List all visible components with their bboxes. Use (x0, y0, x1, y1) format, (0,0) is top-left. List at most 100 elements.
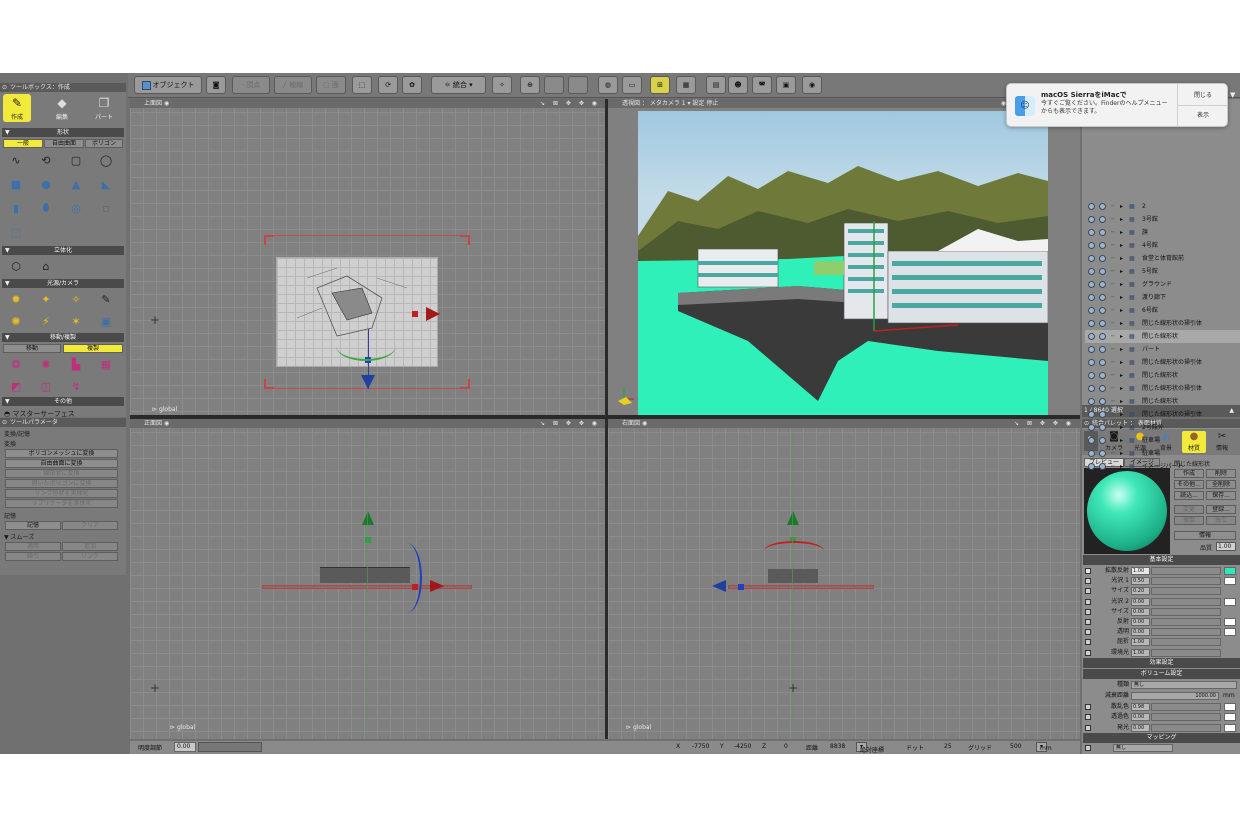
param-value[interactable]: 0.20 (1131, 587, 1150, 596)
lock-icon[interactable] (1099, 203, 1106, 210)
tab-general[interactable]: 一般 (3, 139, 43, 148)
browser-item[interactable]: ┄ ▸ ▦ 閉じた線形状の掃引体 (1085, 356, 1240, 369)
expand-arrow-icon[interactable]: ▸ (1120, 265, 1123, 278)
view-menu-icon[interactable]: ◉ (642, 420, 647, 427)
browser-item[interactable]: ┄ ▸ ▦ 閉じた線形状の掃引体 (1085, 317, 1240, 330)
mapping-header[interactable]: マッピング (1083, 733, 1240, 743)
volume-checkbox[interactable] (1085, 704, 1091, 710)
expand-arrow-icon[interactable]: ▸ (1120, 447, 1123, 460)
param-checkbox[interactable] (1085, 598, 1091, 605)
param-value[interactable]: 0.00 (1131, 607, 1150, 616)
param-checkbox[interactable] (1085, 619, 1091, 625)
spot-light-tool[interactable]: ✦ (37, 290, 55, 308)
expand-arrow-icon[interactable]: ▸ (1120, 226, 1123, 239)
unit-select[interactable]: mm ▾ (1036, 742, 1052, 752)
material-register-button[interactable]: 登録... (1206, 505, 1236, 514)
tab-move[interactable]: 移動 (3, 344, 61, 353)
color-swatch[interactable] (1224, 597, 1236, 606)
expand-arrow-icon[interactable]: ▸ (1120, 369, 1123, 382)
expand-arrow-icon[interactable]: ▸ (1120, 213, 1123, 226)
visibility-icon[interactable] (1088, 320, 1095, 327)
view-controls[interactable]: ↘ ⊠ ✥ ✥ ◉ (540, 99, 600, 108)
color-swatch[interactable] (1224, 567, 1236, 575)
browser-item[interactable]: ┄ ▸ ▦ 渡り廊下 (1085, 291, 1240, 304)
lock-icon[interactable] (1099, 437, 1106, 444)
front-x-arrow[interactable] (430, 580, 444, 592)
volume-value[interactable]: 0.00 (1131, 713, 1150, 722)
visibility-icon[interactable] (1088, 385, 1095, 392)
browser-item[interactable]: ┄ ▸ ▦ 5号館 (1085, 265, 1240, 278)
brightness-slider[interactable] (198, 742, 262, 752)
volume-color-swatch[interactable] (1224, 713, 1236, 722)
browser-item[interactable]: ┄ ▸ ▦ 閉じた線形状 (1085, 395, 1240, 408)
lock-icon[interactable] (1099, 216, 1106, 223)
viewport-right[interactable]: 右面図 ◉ ↘ ⊠ ✥ ✥ ◉ + ⊳ global (608, 419, 1080, 739)
param-slider[interactable] (1151, 618, 1221, 626)
car-button[interactable]: ◚ (752, 76, 772, 94)
lock-icon[interactable] (1099, 450, 1106, 457)
right-z-arrow[interactable] (712, 580, 726, 592)
convert-open-polygon-button[interactable]: 開いたポリゴンに変換 (5, 479, 118, 488)
viewport-perspective[interactable]: 透視図 ： メタカメラ 1 ▾ 設定 停止◉ ↘ ⊠ ✥ ✥ ◉ (608, 99, 1080, 415)
param-checkbox[interactable] (1085, 568, 1091, 574)
effect-settings-header[interactable]: 効果設定 (1083, 658, 1240, 668)
param-slider[interactable] (1151, 587, 1221, 596)
front-view-controls[interactable]: ↘ ⊠ ✥ ✥ ◉ (540, 419, 600, 428)
param-value[interactable]: 0.00 (1131, 618, 1150, 626)
cube-tool[interactable]: ⬚ (7, 223, 25, 241)
view-menu-icon[interactable]: ◉ (164, 100, 169, 107)
mapping-checkbox[interactable] (1085, 745, 1091, 751)
media-button[interactable]: ▣ (776, 76, 796, 94)
manipulator-rotate-arc[interactable] (336, 331, 396, 361)
copy-rotate-tool[interactable]: ✺ (37, 355, 55, 373)
browser-item[interactable]: ┄ ▸ ▦ 閉じた線形状の掃引体 (1085, 382, 1240, 395)
section-light-camera[interactable]: ▼ 光源/カメラ (2, 279, 124, 288)
lock-icon[interactable] (1099, 281, 1106, 288)
torus-tool[interactable]: ◎ (67, 199, 85, 217)
circle-tool[interactable]: ◯ (97, 151, 115, 169)
expand-arrow-icon[interactable]: ▸ (1120, 200, 1123, 213)
mode-create-button[interactable]: ✎ 作成 (3, 94, 31, 122)
magic-tool-button[interactable]: ✧ (492, 76, 512, 94)
collapse-icon[interactable]: ⊙ (2, 83, 7, 92)
material-load-button[interactable]: 読込... (1174, 491, 1204, 500)
expand-arrow-icon[interactable]: ▸ (1120, 252, 1123, 265)
camera-snapshot-button[interactable]: ◙ (206, 76, 226, 94)
right-z-handle[interactable] (738, 584, 744, 590)
param-slider[interactable] (1151, 597, 1221, 606)
tab-polygon[interactable]: ポリゴン (85, 139, 123, 148)
visibility-icon[interactable] (1088, 437, 1095, 444)
copy-matrix-tool[interactable]: ◩ (7, 377, 25, 395)
visibility-icon[interactable] (1088, 424, 1095, 431)
volume-value[interactable]: 0.00 (1131, 723, 1150, 732)
visibility-icon[interactable] (1088, 229, 1095, 236)
disabled-tool-2[interactable] (568, 76, 588, 94)
volume-slider[interactable] (1151, 713, 1221, 722)
calculator-button[interactable]: ▤ (706, 76, 726, 94)
browser-item[interactable]: ┄ ▸ ▦ 2号館外 (1085, 421, 1240, 434)
viewport-front[interactable]: 正面図 ◉ ↘ ⊠ ✥ ✥ ◉ + ⊳ global (130, 419, 606, 739)
lock-icon[interactable] (1099, 307, 1106, 314)
copy-path-tool[interactable]: ↯ (67, 377, 85, 395)
param-checkbox[interactable] (1085, 578, 1091, 585)
copy-mirror-tool[interactable]: ◫ (37, 377, 55, 395)
visibility-icon[interactable] (1088, 450, 1095, 457)
edge-mode-button[interactable]: ╱ 稜線 (274, 76, 312, 94)
quality-value[interactable]: 1.00 (1216, 542, 1236, 551)
param-checkbox[interactable] (1085, 639, 1091, 646)
smooth-repeat-button[interactable]: 繰引 (5, 552, 61, 561)
volume-color-swatch[interactable] (1224, 703, 1236, 711)
smooth-add-button[interactable]: 追加 (62, 542, 118, 551)
merge-button[interactable]: ⚛ 統合 ▾ (431, 76, 486, 94)
copy-linear-tool[interactable]: ❂ (7, 355, 25, 373)
realize-replicator-button[interactable]: リプリケータを実体化 (5, 499, 118, 508)
volume-checkbox[interactable] (1085, 724, 1091, 731)
expand-arrow-icon[interactable]: ▸ (1120, 317, 1123, 330)
visibility-icon[interactable] (1088, 281, 1095, 288)
lock-icon[interactable] (1099, 255, 1106, 262)
param-value[interactable]: 0.00 (1131, 628, 1150, 637)
lock-icon[interactable] (1099, 411, 1106, 418)
param-slider[interactable] (1151, 577, 1221, 586)
mode-edit-button[interactable]: ◆ 編集 (48, 94, 76, 122)
browser-item[interactable]: ┄ ▸ ▦ パート (1085, 343, 1240, 356)
